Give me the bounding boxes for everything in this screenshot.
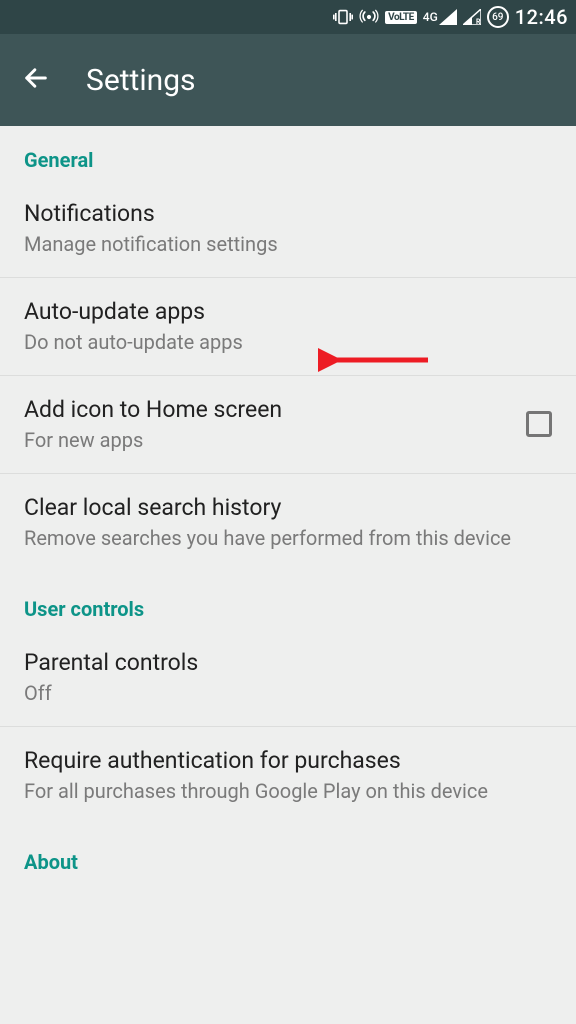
item-title: Add icon to Home screen — [24, 394, 508, 425]
item-title: Notifications — [24, 198, 552, 229]
section-general: General — [0, 126, 576, 180]
item-subtitle: Do not auto-update apps — [24, 329, 552, 355]
battery-icon: 69 — [487, 6, 509, 28]
item-subtitle: Off — [24, 680, 552, 706]
signal-1: 4G — [423, 9, 457, 25]
item-subtitle: For all purchases through Google Play on… — [24, 778, 552, 804]
vibrate-icon — [333, 9, 353, 25]
item-title: Auto-update apps — [24, 296, 552, 327]
section-user-controls: User controls — [0, 571, 576, 629]
item-clear-history[interactable]: Clear local search history Remove search… — [0, 474, 576, 571]
status-clock: 12:46 — [515, 5, 568, 29]
svg-text:R: R — [476, 18, 481, 25]
item-subtitle: Remove searches you have performed from … — [24, 525, 552, 551]
item-auto-update[interactable]: Auto-update apps Do not auto-update apps — [0, 278, 576, 376]
volte-badge: VoLTE — [385, 11, 417, 24]
page-title: Settings — [86, 63, 196, 98]
section-about: About — [0, 824, 576, 882]
app-bar: Settings — [0, 34, 576, 126]
add-icon-checkbox[interactable] — [526, 411, 552, 437]
settings-list: General Notifications Manage notificatio… — [0, 126, 576, 1024]
item-subtitle: For new apps — [24, 427, 508, 453]
item-parental-controls[interactable]: Parental controls Off — [0, 629, 576, 727]
item-title: Clear local search history — [24, 492, 552, 523]
item-notifications[interactable]: Notifications Manage notification settin… — [0, 180, 576, 278]
item-subtitle: Manage notification settings — [24, 231, 552, 257]
item-require-auth[interactable]: Require authentication for purchases For… — [0, 727, 576, 824]
item-title: Require authentication for purchases — [24, 745, 552, 776]
hotspot-icon — [359, 7, 379, 27]
item-title: Parental controls — [24, 647, 552, 678]
status-bar: VoLTE 4G R 69 12:46 — [0, 0, 576, 34]
back-icon[interactable] — [22, 64, 50, 96]
item-add-icon[interactable]: Add icon to Home screen For new apps — [0, 376, 576, 474]
signal-2: R — [463, 9, 481, 25]
